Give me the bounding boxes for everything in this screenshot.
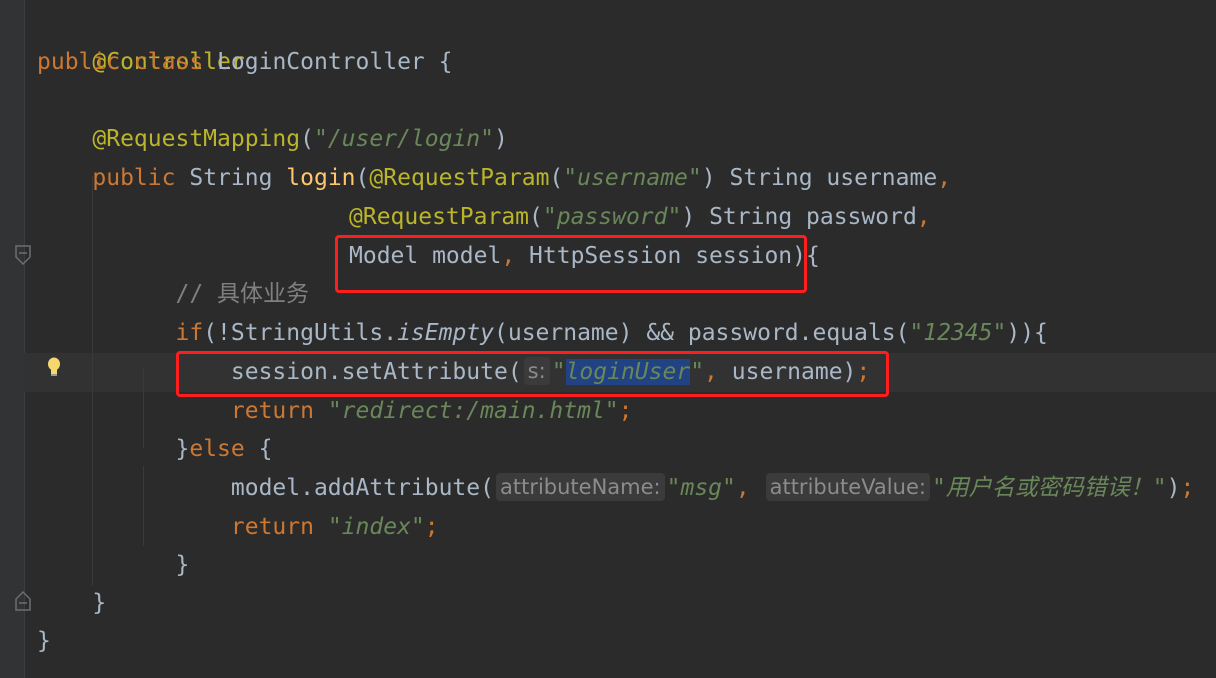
code-line: }: [37, 628, 51, 654]
code-line: }else {: [175, 436, 273, 462]
code-line: return "index";: [230, 514, 439, 540]
code-line: return "redirect:/main.html";: [230, 398, 633, 424]
code-line: model.addAttribute(attributeName: "msg", …: [230, 473, 1195, 501]
code-line: @RequestParam("password") String passwor…: [349, 204, 931, 230]
editor-gutter: [0, 0, 25, 678]
highlight-box-set-attribute: [176, 351, 889, 397]
parameter-hint: attributeName:: [495, 473, 665, 501]
code-line: if(!StringUtils.isEmpty(username) && pas…: [175, 320, 1048, 346]
code-line: @RequestMapping("/user/login"): [92, 126, 508, 152]
code-line: public class LoginController {: [37, 49, 453, 75]
code-line: }: [92, 590, 107, 616]
highlight-box-method-params: [335, 235, 807, 293]
parameter-hint: attributeValue:: [765, 473, 930, 501]
code-line: }: [175, 552, 190, 578]
code-line: @Controller: [92, 49, 245, 75]
code-editor[interactable]: @Controller public class LoginController…: [24, 0, 1216, 678]
code-line: // 具体业务: [175, 281, 310, 307]
code-line: public String login(@RequestParam("usern…: [92, 165, 952, 191]
